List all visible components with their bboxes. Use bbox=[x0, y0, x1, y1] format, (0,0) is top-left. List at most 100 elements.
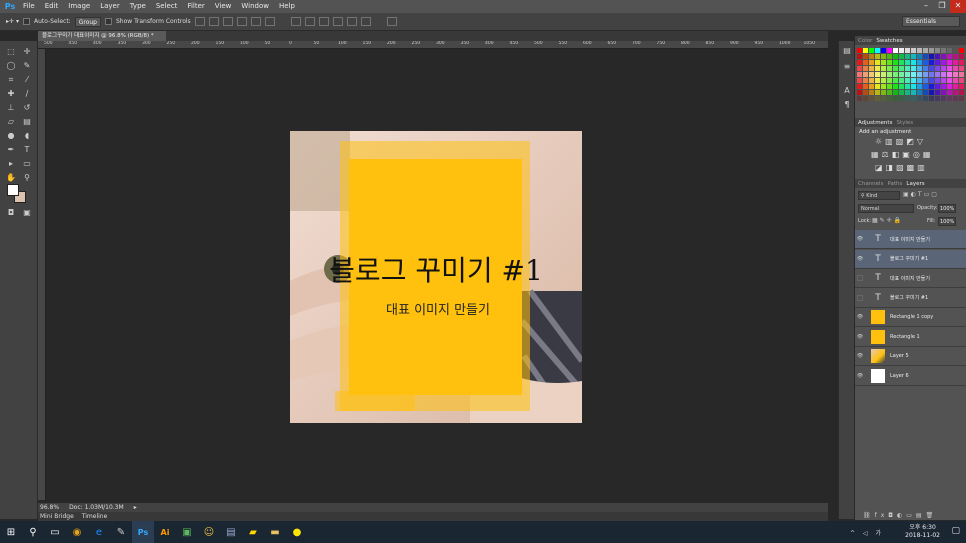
fill-input[interactable]: 100% bbox=[938, 217, 956, 226]
tab-adjustments[interactable]: Adjustments bbox=[858, 120, 892, 126]
color-swatch[interactable] bbox=[917, 96, 922, 101]
color-swatch[interactable] bbox=[947, 72, 952, 77]
hand-tool-icon[interactable]: ✋ bbox=[4, 172, 18, 183]
zoom-level[interactable]: 96.8% bbox=[40, 504, 59, 511]
color-swatch[interactable] bbox=[917, 60, 922, 65]
illustrator-icon[interactable]: Ai bbox=[154, 521, 176, 543]
color-swatch[interactable] bbox=[911, 48, 916, 53]
color-swatch[interactable] bbox=[893, 78, 898, 83]
color-swatch[interactable] bbox=[959, 90, 964, 95]
align-top-icon[interactable] bbox=[194, 17, 205, 26]
opacity-input[interactable]: 100% bbox=[938, 204, 956, 213]
file-explorer-icon[interactable]: ▬ bbox=[264, 521, 286, 543]
color-swatch[interactable] bbox=[917, 72, 922, 77]
layer-kind-filter[interactable]: ⚲ Kind bbox=[858, 191, 900, 200]
color-swatch[interactable] bbox=[923, 72, 928, 77]
screen-mode-icon[interactable]: ▣ bbox=[20, 207, 34, 218]
color-swatch[interactable] bbox=[947, 96, 952, 101]
color-swatch[interactable] bbox=[911, 96, 916, 101]
color-swatch[interactable] bbox=[887, 78, 892, 83]
color-swatch[interactable] bbox=[881, 84, 886, 89]
color-swatch[interactable] bbox=[857, 96, 862, 101]
color-swatch[interactable] bbox=[953, 72, 958, 77]
color-swatch[interactable] bbox=[917, 78, 922, 83]
color-swatch[interactable] bbox=[929, 60, 934, 65]
blend-mode-dropdown[interactable]: Normal bbox=[858, 204, 914, 213]
color-swatch[interactable] bbox=[857, 90, 862, 95]
color-swatch[interactable] bbox=[953, 84, 958, 89]
distribute-bottom-icon[interactable] bbox=[318, 17, 329, 26]
color-swatch[interactable] bbox=[959, 78, 964, 83]
color-swatch[interactable] bbox=[935, 78, 940, 83]
color-swatch[interactable] bbox=[923, 60, 928, 65]
move-tool-icon[interactable]: ▸✛ ▾ bbox=[6, 18, 19, 25]
color-swatch[interactable] bbox=[887, 54, 892, 59]
windows-start-icon[interactable]: ⊞ bbox=[0, 521, 22, 543]
stamp-tool-icon[interactable]: ⊥ bbox=[4, 102, 18, 113]
color-swatch[interactable] bbox=[923, 66, 928, 71]
color-swatch[interactable] bbox=[881, 72, 886, 77]
align-right-icon[interactable] bbox=[264, 17, 275, 26]
layer-row[interactable]: T 블로그 꾸미기 #1 bbox=[855, 289, 966, 308]
layer-visibility-icon[interactable]: 👁 bbox=[855, 314, 865, 320]
color-swatch[interactable] bbox=[869, 60, 874, 65]
color-swatch[interactable] bbox=[869, 54, 874, 59]
color-swatch[interactable] bbox=[935, 60, 940, 65]
notification-icon[interactable]: ▢ bbox=[951, 526, 960, 536]
color-swatch[interactable] bbox=[917, 90, 922, 95]
messenger-icon[interactable]: ☺ bbox=[198, 521, 220, 543]
color-swatch[interactable] bbox=[929, 78, 934, 83]
layer-row[interactable]: 👁 Rectangle 1 bbox=[855, 328, 966, 347]
color-swatch[interactable] bbox=[959, 66, 964, 71]
color-swatch[interactable] bbox=[869, 90, 874, 95]
color-swatch[interactable] bbox=[941, 60, 946, 65]
color-swatch[interactable] bbox=[917, 48, 922, 53]
color-swatch[interactable] bbox=[959, 60, 964, 65]
color-swatch[interactable] bbox=[923, 84, 928, 89]
color-swatch[interactable] bbox=[887, 84, 892, 89]
color-swatch[interactable] bbox=[887, 72, 892, 77]
align-hcenter-icon[interactable] bbox=[250, 17, 261, 26]
tab-color[interactable]: Color bbox=[858, 38, 872, 44]
color-swatch[interactable] bbox=[929, 54, 934, 59]
color-swatch[interactable] bbox=[905, 66, 910, 71]
color-swatch[interactable] bbox=[905, 48, 910, 53]
move-tool-icon[interactable]: ✛ bbox=[20, 46, 34, 57]
color-swatch[interactable] bbox=[959, 96, 964, 101]
search-icon[interactable]: ⚲ bbox=[22, 521, 44, 543]
auto-align-icon[interactable] bbox=[386, 17, 397, 26]
distribute-top-icon[interactable] bbox=[290, 17, 301, 26]
close-button[interactable]: ✕ bbox=[950, 0, 966, 13]
color-swatch[interactable] bbox=[947, 78, 952, 83]
color-swatch[interactable] bbox=[905, 90, 910, 95]
eraser-tool-icon[interactable]: ▱ bbox=[4, 116, 18, 127]
color-swatch[interactable] bbox=[899, 90, 904, 95]
color-swatch[interactable] bbox=[863, 66, 868, 71]
color-swatch[interactable] bbox=[863, 60, 868, 65]
color-swatch[interactable] bbox=[935, 72, 940, 77]
show-transform-checkbox[interactable] bbox=[105, 18, 112, 25]
tab-styles[interactable]: Styles bbox=[896, 120, 913, 126]
zoom-tool-icon[interactable]: ⚲ bbox=[20, 172, 34, 183]
color-swatch[interactable] bbox=[947, 84, 952, 89]
quick-mask-icon[interactable]: ◘ bbox=[4, 207, 18, 218]
color-swatch[interactable] bbox=[857, 60, 862, 65]
color-swatch[interactable] bbox=[941, 48, 946, 53]
color-swatch[interactable] bbox=[935, 66, 940, 71]
adjustment-icons-row-3[interactable]: ◪◨▨▩▥ bbox=[875, 163, 928, 172]
menu-image[interactable]: Image bbox=[63, 0, 95, 13]
color-swatch[interactable] bbox=[923, 78, 928, 83]
character-panel-icon[interactable]: A bbox=[840, 85, 854, 96]
color-swatch[interactable] bbox=[911, 72, 916, 77]
paragraph-panel-icon[interactable]: ¶ bbox=[840, 99, 854, 110]
color-swatch[interactable] bbox=[881, 54, 886, 59]
shape-tool-icon[interactable]: ▭ bbox=[20, 158, 34, 169]
color-swatch[interactable] bbox=[893, 54, 898, 59]
document-tab[interactable]: 블로그꾸미기 대표이미지 @ 96.8% (RGB/8) * bbox=[38, 31, 166, 41]
color-swatch[interactable] bbox=[941, 84, 946, 89]
color-swatch[interactable] bbox=[893, 60, 898, 65]
color-swatch[interactable] bbox=[863, 84, 868, 89]
minimize-button[interactable]: – bbox=[918, 0, 934, 13]
color-swatch[interactable] bbox=[941, 78, 946, 83]
pen-tool-icon[interactable]: ✒ bbox=[4, 144, 18, 155]
